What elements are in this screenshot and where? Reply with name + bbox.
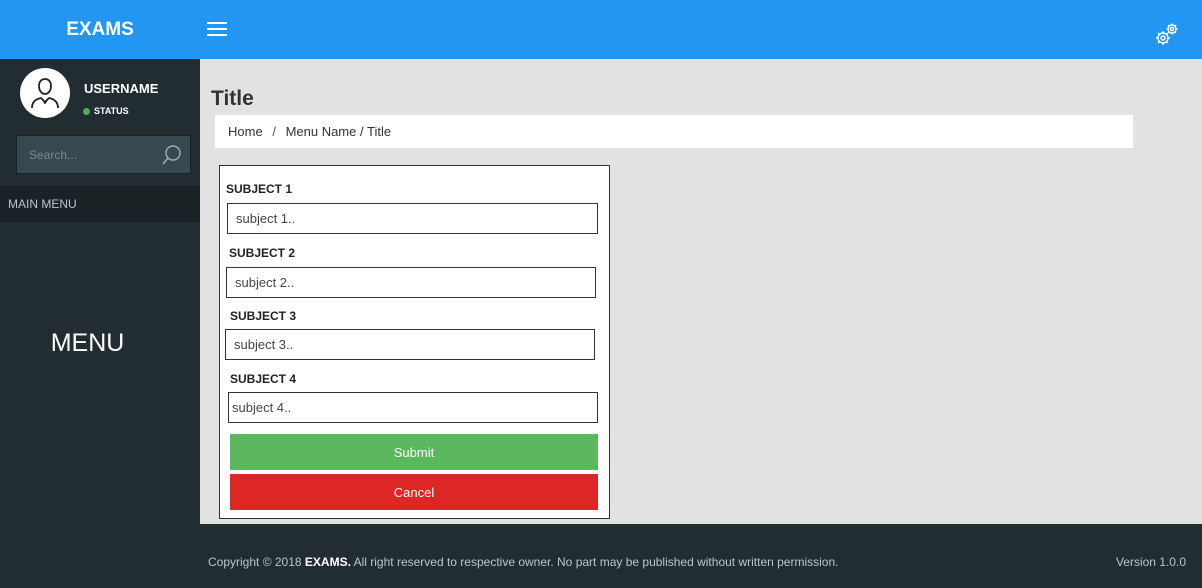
status-dot-icon [83, 107, 90, 115]
status-label: STATUS [94, 106, 129, 116]
footer: Copyright © 2018 EXAMS. All right reserv… [200, 524, 1202, 588]
copyright-brand: EXAMS. [304, 555, 351, 569]
sidebar: USERNAME STATUS MAIN MENU MENU [0, 59, 200, 524]
breadcrumb-menu-name[interactable]: Menu Name [286, 124, 357, 139]
breadcrumb: Home / Menu Name / Title [215, 115, 1133, 148]
page-title: Title [211, 87, 254, 110]
subject-2-label: SUBJECT 2 [229, 246, 296, 260]
version-label: Version 1.0.0 [1115, 555, 1186, 569]
breadcrumb-home[interactable]: Home [228, 124, 263, 139]
top-navbar: EXAMS [0, 0, 1202, 59]
subject-2-input[interactable] [226, 267, 596, 298]
subject-1-label: SUBJECT 1 [226, 182, 293, 196]
main-content: Title Home / Menu Name / Title SUBJECT 1… [200, 59, 1202, 524]
user-icon [31, 78, 59, 109]
brand-logo[interactable]: EXAMS [0, 0, 200, 59]
breadcrumb-separator: / [360, 124, 364, 139]
subject-1-input[interactable] [227, 203, 598, 234]
menu-placeholder: MENU [50, 329, 125, 357]
copyright-suffix: All right reserved to respective owner. … [350, 555, 839, 569]
subject-4-label: SUBJECT 4 [230, 372, 297, 386]
submit-button[interactable]: Submit [230, 434, 598, 470]
breadcrumb-current: Title [367, 124, 392, 139]
breadcrumb-separator: / [272, 124, 276, 139]
subject-form: SUBJECT 1 SUBJECT 2 SUBJECT 3 SUBJECT 4 … [219, 165, 610, 519]
main-menu-header: MAIN MENU [0, 186, 200, 222]
avatar[interactable] [20, 68, 70, 118]
copyright-text: Copyright © 2018 EXAMS. All right reserv… [208, 555, 839, 569]
gears-icon[interactable] [1153, 20, 1181, 48]
subject-3-input[interactable] [225, 329, 595, 360]
cancel-button[interactable]: Cancel [230, 474, 598, 510]
search-box [16, 135, 191, 174]
subject-3-label: SUBJECT 3 [230, 309, 297, 323]
status-badge: STATUS [83, 106, 129, 116]
username: USERNAME [84, 81, 159, 96]
hamburger-icon[interactable] [207, 22, 227, 37]
search-icon[interactable] [162, 144, 182, 166]
copyright-prefix: Copyright © 2018 [208, 555, 305, 569]
subject-4-input[interactable] [228, 392, 598, 423]
